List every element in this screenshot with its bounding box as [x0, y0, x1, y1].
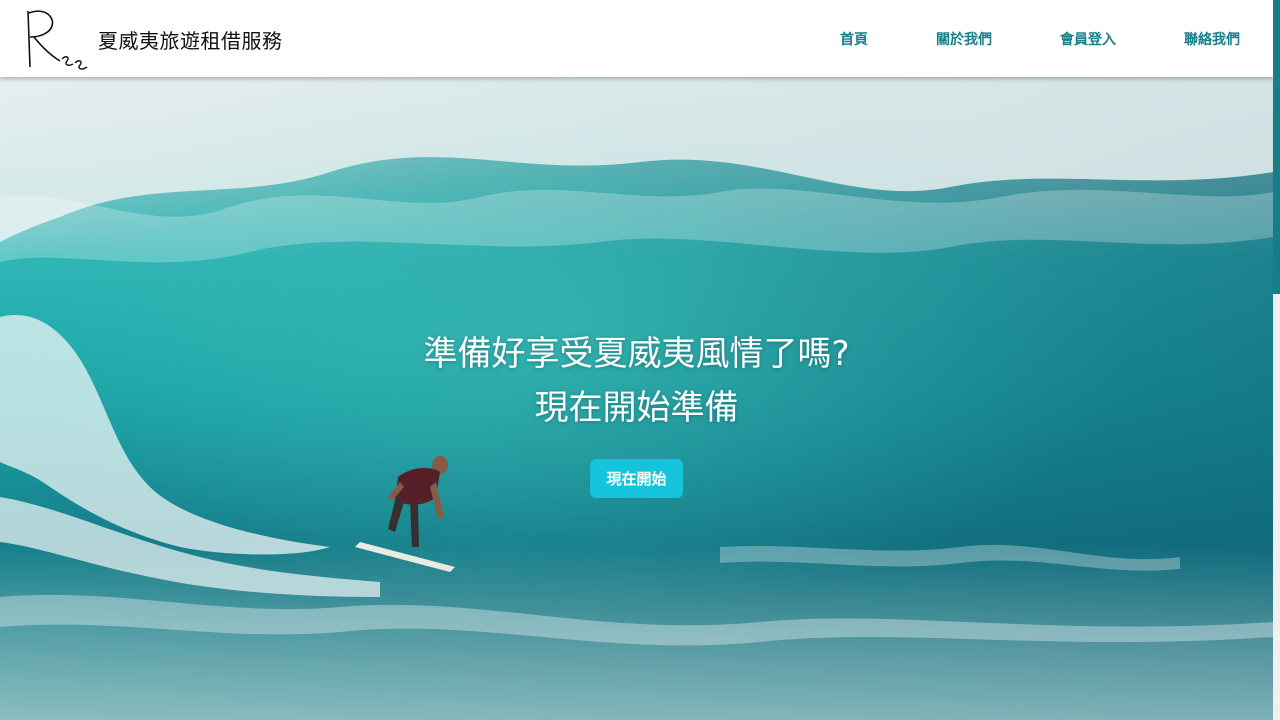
nav-link-member-login[interactable]: 會員登入	[1060, 29, 1116, 49]
nav-links: 首頁 關於我們 會員登入 聯絡我們	[840, 0, 1240, 77]
nav-link-home[interactable]: 首頁	[840, 29, 868, 49]
hero-title-line-1: 準備好享受夏威夷風情了嗎?	[423, 334, 850, 374]
ree-logo-icon	[27, 10, 88, 70]
hero-content: 準備好享受夏威夷風情了嗎? 現在開始準備 現在開始	[0, 327, 1273, 498]
nav-link-about[interactable]: 關於我們	[936, 29, 992, 49]
brand-name: 夏威夷旅遊租借服務	[98, 28, 283, 53]
page-scrollbar[interactable]	[1273, 0, 1280, 720]
hero-title-line-2: 現在開始準備	[534, 388, 739, 428]
navbar: 夏威夷旅遊租借服務 首頁 關於我們 會員登入 聯絡我們	[0, 0, 1273, 77]
page: 夏威夷旅遊租借服務 首頁 關於我們 會員登入 聯絡我們 準備好享受夏威夷風情了嗎…	[0, 0, 1280, 720]
hero-section: 準備好享受夏威夷風情了嗎? 現在開始準備 現在開始	[0, 77, 1273, 720]
nav-link-contact[interactable]: 聯絡我們	[1184, 29, 1240, 49]
scrollbar-thumb[interactable]	[1273, 0, 1280, 294]
start-now-button[interactable]: 現在開始	[590, 459, 683, 498]
brand[interactable]: 夏威夷旅遊租借服務	[20, 6, 283, 72]
